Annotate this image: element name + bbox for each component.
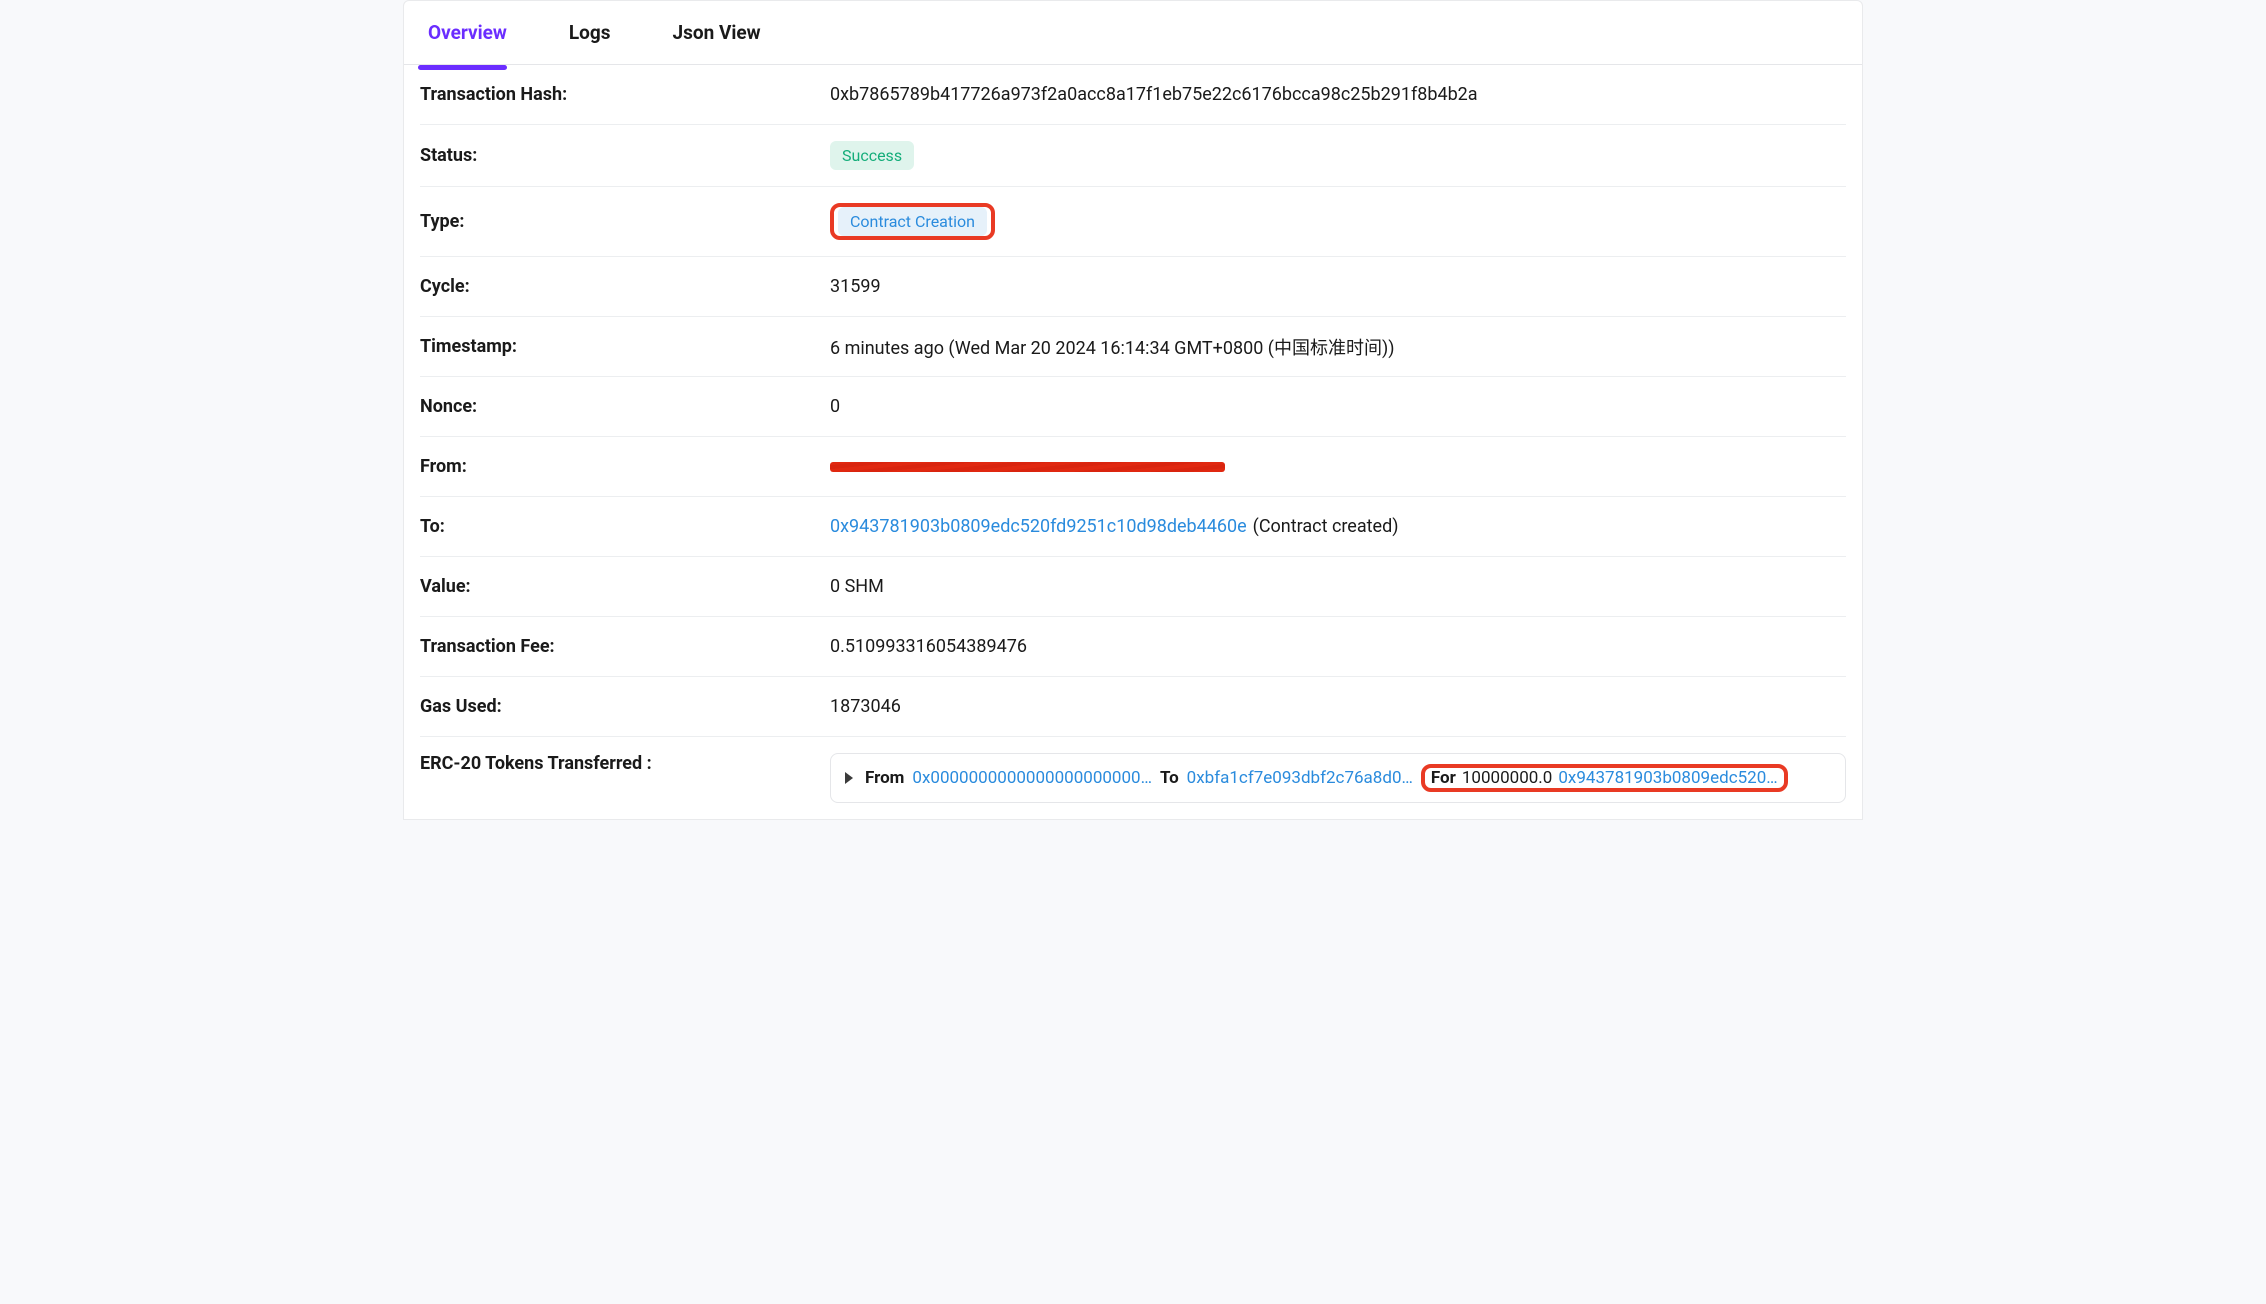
transfer-for-address[interactable]: 0x943781903b0809edc520…: [1558, 768, 1777, 788]
annotation-highlight-for: For 10000000.0 0x943781903b0809edc520…: [1421, 764, 1788, 792]
to-note: (Contract created): [1253, 516, 1399, 537]
value-status: Success: [830, 141, 1846, 170]
value-txhash: 0xb7865789b417726a973f2a0acc8a17f1eb75e2…: [830, 84, 1846, 105]
tabs-bar: Overview Logs Json View: [404, 1, 1862, 65]
label-cycle: Cycle:: [420, 276, 830, 297]
value-value: 0 SHM: [830, 576, 1846, 597]
value-nonce: 0: [830, 396, 1846, 417]
transfer-for-label: For: [1431, 768, 1456, 788]
row-erc20: ERC-20 Tokens Transferred : From 0x00000…: [420, 737, 1846, 819]
label-erc20: ERC-20 Tokens Transferred :: [420, 753, 830, 774]
row-to: To: 0x943781903b0809edc520fd9251c10d98de…: [420, 497, 1846, 557]
row-fee: Transaction Fee: 0.510993316054389476: [420, 617, 1846, 677]
transfer-from-address[interactable]: 0x0000000000000000000000…: [912, 768, 1152, 788]
transfer-log[interactable]: From 0x0000000000000000000000… To 0xbfa1…: [830, 753, 1846, 803]
transfer-to-address[interactable]: 0xbfa1cf7e093dbf2c76a8d0…: [1187, 768, 1413, 788]
transfer-from-label: From: [865, 768, 904, 788]
caret-right-icon: [845, 772, 853, 784]
tab-json-view[interactable]: Json View: [662, 5, 770, 60]
value-fee: 0.510993316054389476: [830, 636, 1846, 657]
label-to: To:: [420, 516, 830, 537]
transfer-for-amount: 10000000.0: [1462, 768, 1552, 788]
row-timestamp: Timestamp: 6 minutes ago (Wed Mar 20 202…: [420, 317, 1846, 377]
row-cycle: Cycle: 31599: [420, 257, 1846, 317]
label-type: Type:: [420, 211, 830, 232]
value-erc20: From 0x0000000000000000000000… To 0xbfa1…: [830, 753, 1846, 803]
row-type: Type: Contract Creation: [420, 187, 1846, 257]
label-fee: Transaction Fee:: [420, 636, 830, 657]
label-nonce: Nonce:: [420, 396, 830, 417]
row-status: Status: Success: [420, 125, 1846, 187]
value-to: 0x943781903b0809edc520fd9251c10d98deb446…: [830, 516, 1846, 537]
label-value: Value:: [420, 576, 830, 597]
label-txhash: Transaction Hash:: [420, 84, 830, 105]
tab-logs[interactable]: Logs: [559, 5, 621, 60]
details-section: Transaction Hash: 0xb7865789b417726a973f…: [404, 65, 1862, 819]
row-value: Value: 0 SHM: [420, 557, 1846, 617]
value-type: Contract Creation: [830, 203, 1846, 240]
label-timestamp: Timestamp:: [420, 336, 830, 357]
value-timestamp: 6 minutes ago (Wed Mar 20 2024 16:14:34 …: [830, 334, 1846, 360]
label-status: Status:: [420, 145, 830, 166]
annotation-highlight-type: Contract Creation: [830, 203, 995, 240]
transaction-panel: Overview Logs Json View Transaction Hash…: [403, 0, 1863, 820]
row-txhash: Transaction Hash: 0xb7865789b417726a973f…: [420, 65, 1846, 125]
label-from: From:: [420, 456, 830, 477]
row-from: From:: [420, 437, 1846, 497]
annotation-redaction-from: [830, 460, 1225, 474]
type-badge: Contract Creation: [838, 207, 987, 236]
label-gas: Gas Used:: [420, 696, 830, 717]
row-gas: Gas Used: 1873046: [420, 677, 1846, 737]
to-address-link[interactable]: 0x943781903b0809edc520fd9251c10d98deb446…: [830, 516, 1247, 537]
transfer-to-label: To: [1160, 768, 1179, 788]
value-gas: 1873046: [830, 696, 1846, 717]
value-from: [830, 460, 1846, 474]
tab-overview[interactable]: Overview: [418, 5, 517, 60]
value-cycle: 31599: [830, 276, 1846, 297]
status-badge: Success: [830, 141, 914, 170]
row-nonce: Nonce: 0: [420, 377, 1846, 437]
